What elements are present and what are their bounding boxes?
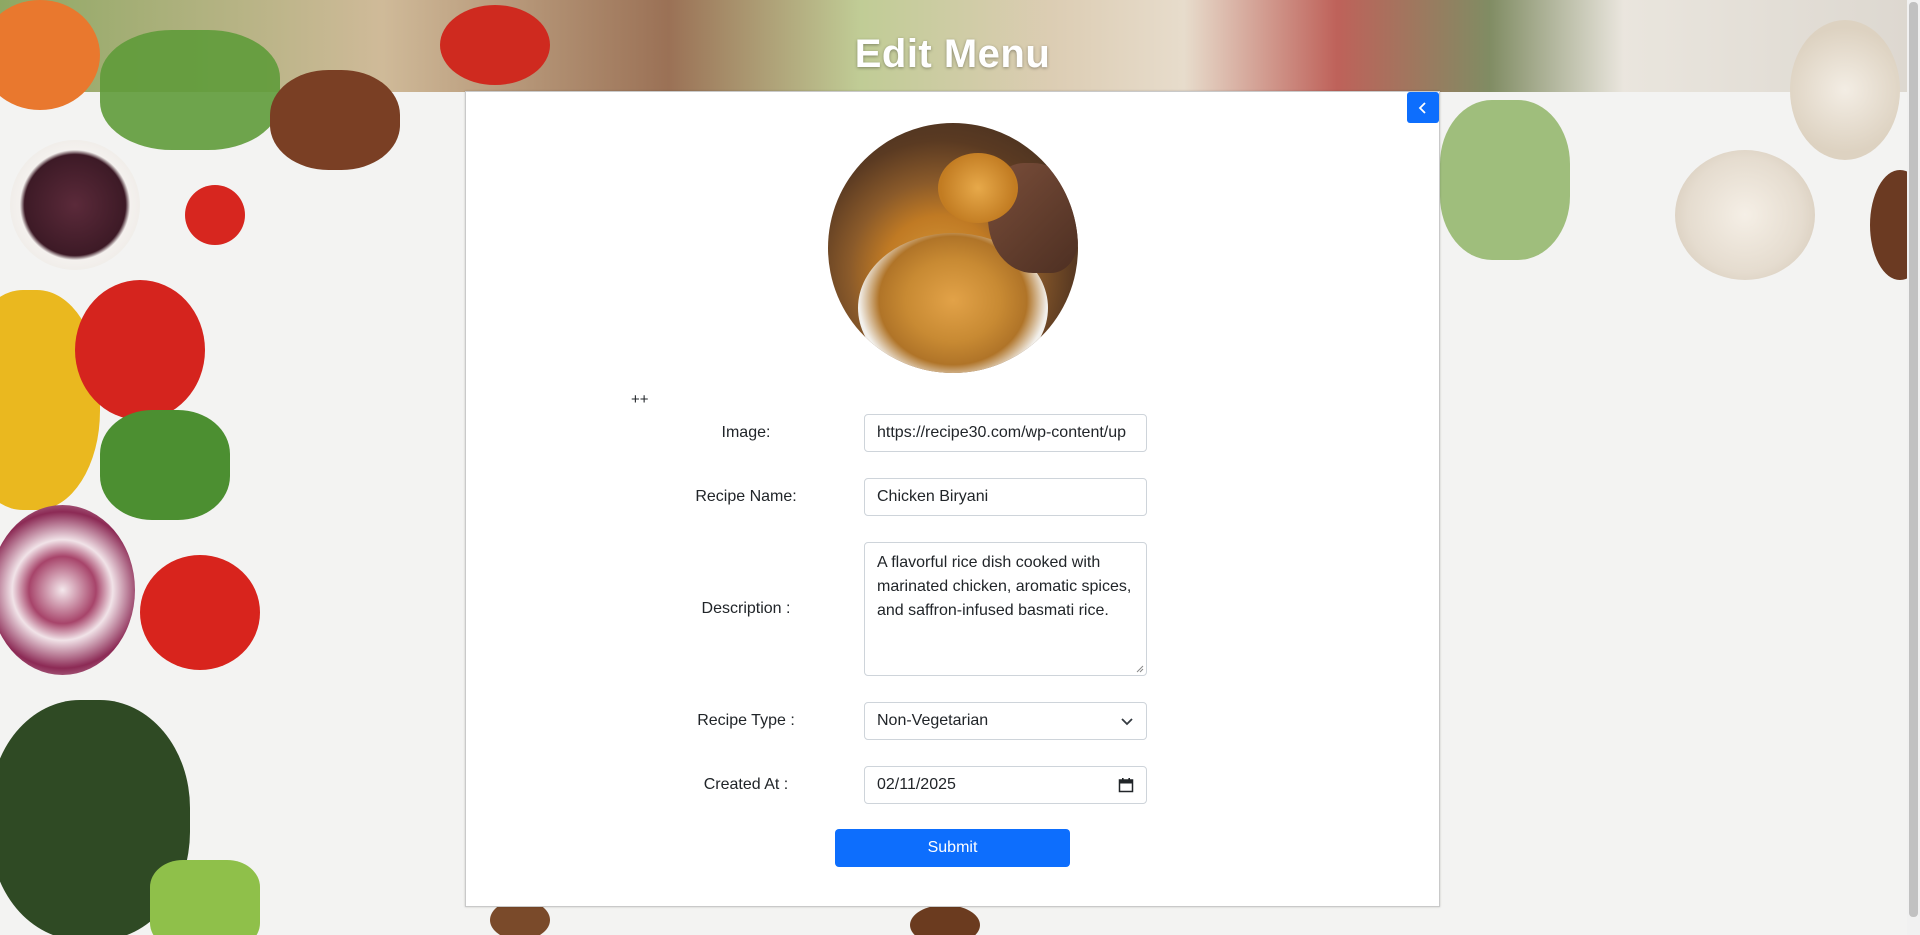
recipe-type-select[interactable]: Non-Vegetarian (864, 702, 1147, 740)
spice-bowl-decor (10, 140, 140, 270)
image-url-input[interactable]: https://recipe30.com/wp-content/up (864, 414, 1147, 452)
leaf-decor-2 (100, 410, 230, 520)
chicken-leg (938, 153, 1018, 223)
tomato-decor (185, 185, 245, 245)
created-at-label: Created At : (703, 776, 789, 793)
description-text: A flavorful rice dish cooked with marina… (877, 554, 1132, 619)
recipe-photo (828, 123, 1078, 373)
recipe-name-input[interactable]: Chicken Biryani (864, 478, 1147, 516)
onion-decor (0, 505, 135, 675)
chevron-down-icon (1121, 718, 1133, 726)
created-at-value: 02/11/2025 (877, 776, 956, 793)
tomato-decor-2 (140, 555, 260, 670)
scrollbar-thumb[interactable] (1909, 2, 1918, 917)
calendar-icon[interactable] (1118, 777, 1134, 793)
chevron-left-icon (1418, 101, 1426, 114)
created-at-date-input[interactable]: 02/11/2025 (864, 766, 1147, 804)
image-label: Image: (721, 424, 771, 441)
herb-decor-right (1440, 100, 1570, 260)
plus-text: ++ (631, 391, 649, 408)
page-scrollbar[interactable] (1907, 0, 1920, 935)
page-title: Edit Menu (854, 32, 1051, 76)
garlic-decor (1675, 150, 1815, 280)
description-label: Description : (701, 600, 791, 617)
recipe-type-label: Recipe Type : (697, 712, 795, 729)
back-button[interactable] (1407, 92, 1439, 123)
submit-button[interactable]: Submit (835, 829, 1070, 867)
recipe-name-label: Recipe Name: (695, 488, 797, 505)
spice-decor-bottom-2 (910, 905, 980, 935)
spoon-spice-decor (270, 70, 400, 170)
recipe-type-value: Non-Vegetarian (877, 712, 989, 729)
red-pepper-decor (75, 280, 205, 420)
description-textarea[interactable]: A flavorful rice dish cooked with marina… (864, 542, 1147, 676)
resize-grip-icon[interactable] (1136, 665, 1144, 673)
celery-decor (150, 860, 260, 935)
